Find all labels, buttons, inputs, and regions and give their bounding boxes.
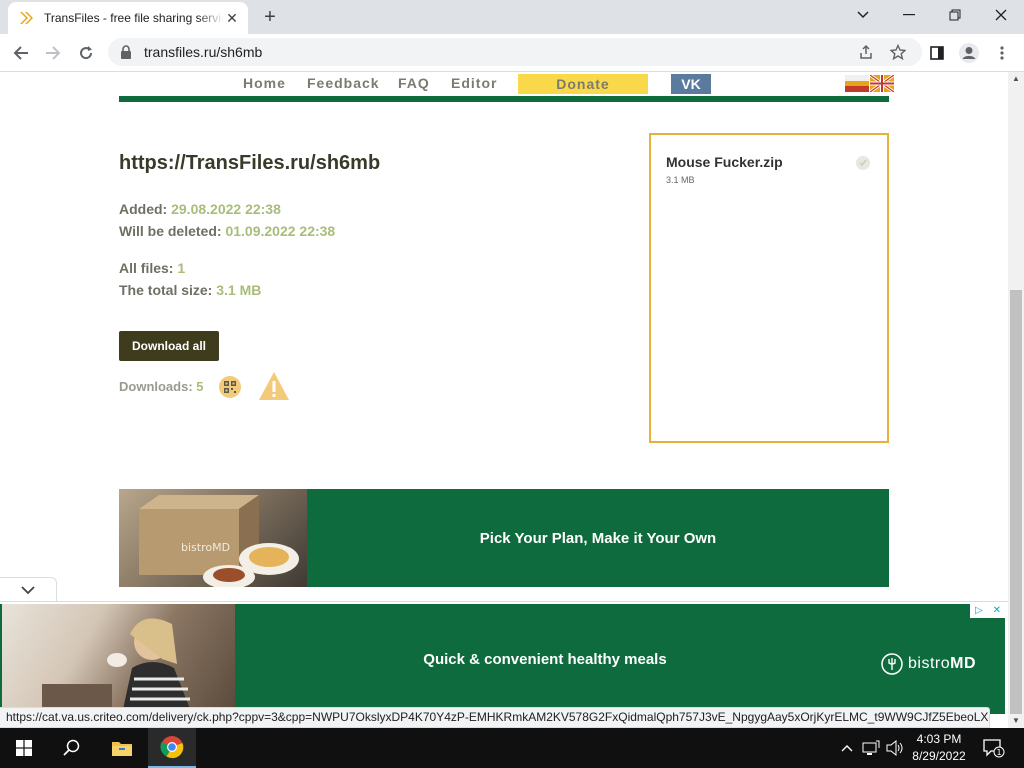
- nav-home-link[interactable]: Home: [243, 75, 286, 91]
- side-panel-icon[interactable]: [924, 40, 950, 66]
- file-size: 3.1 MB: [666, 175, 695, 185]
- bookmark-star-icon[interactable]: [886, 38, 910, 66]
- added-row: Added: 29.08.2022 22:38: [119, 201, 281, 217]
- lock-icon[interactable]: [120, 45, 134, 59]
- search-icon[interactable]: [48, 728, 96, 768]
- windows-start-icon[interactable]: [0, 728, 48, 768]
- flag-uk-icon[interactable]: [869, 73, 895, 94]
- browser-toolbar: transfiles.ru/sh6mb: [0, 34, 1024, 72]
- share-icon[interactable]: [854, 38, 878, 66]
- scrollbar-thumb[interactable]: [1010, 290, 1022, 714]
- browser-tab[interactable]: TransFiles - free file sharing service ✕: [8, 2, 248, 34]
- bistromd-logo-icon: [881, 653, 903, 675]
- tray-overflow-chevron-icon[interactable]: [838, 728, 856, 768]
- windows-taskbar: 4:03 PM 8/29/2022 1: [0, 728, 1024, 768]
- deleted-label: Will be deleted:: [119, 223, 222, 239]
- flag-ru-icon[interactable]: [845, 75, 869, 92]
- site-nav: Home Feedback FAQ Editor Donate VK: [0, 72, 1008, 96]
- deleted-row: Will be deleted: 01.09.2022 22:38: [119, 223, 335, 239]
- nav-feedback-link[interactable]: Feedback: [307, 75, 380, 91]
- file-explorer-icon[interactable]: [98, 728, 146, 768]
- back-icon[interactable]: [8, 40, 34, 66]
- clock-date: 8/29/2022: [912, 749, 966, 763]
- tab-close-icon[interactable]: ✕: [224, 10, 240, 26]
- network-icon[interactable]: [860, 728, 882, 768]
- scroll-down-icon[interactable]: ▼: [1008, 714, 1024, 728]
- address-bar[interactable]: transfiles.ru/sh6mb: [108, 38, 922, 66]
- header-divider: [119, 96, 889, 102]
- action-center-icon[interactable]: 1: [982, 728, 1006, 768]
- notification-count: 1: [996, 748, 1001, 757]
- all-files-row: All files: 1: [119, 260, 185, 276]
- clock-time: 4:03 PM: [916, 732, 962, 746]
- chevron-down-icon: [21, 585, 35, 594]
- file-checkbox-icon[interactable]: [856, 156, 870, 170]
- all-files-value: 1: [177, 260, 186, 276]
- vk-button[interactable]: VK: [671, 74, 711, 94]
- ad-banner-meals[interactable]: Quick & convenient healthy meals bistroM…: [0, 604, 1005, 714]
- collapse-ad-button[interactable]: [0, 577, 57, 601]
- nav-faq-link[interactable]: FAQ: [398, 75, 430, 91]
- added-value: 29.08.2022 22:38: [171, 201, 281, 217]
- file-list-panel: Mouse Fucker.zip 3.1 MB: [649, 133, 889, 443]
- adchoices-badge[interactable]: ▷ ✕: [970, 602, 1006, 618]
- tab-search-icon[interactable]: [840, 0, 886, 30]
- deleted-value: 01.09.2022 22:38: [225, 223, 336, 239]
- tab-title: TransFiles - free file sharing service: [44, 11, 224, 25]
- all-files-label: All files:: [119, 260, 174, 276]
- forward-icon[interactable]: [40, 40, 66, 66]
- taskbar-clock[interactable]: 4:03 PM 8/29/2022: [900, 731, 978, 765]
- ad-brand-name-b: MD: [950, 655, 977, 672]
- ad-banner-plans[interactable]: bistroMD Pick Your Plan, Make it Your Ow…: [119, 489, 889, 587]
- total-size-row: The total size: 3.1 MB: [119, 282, 261, 298]
- downloads-row: Downloads: 5: [119, 379, 204, 394]
- minimize-icon[interactable]: [886, 0, 932, 30]
- adchoices-icon[interactable]: ▷: [975, 605, 983, 616]
- restore-icon[interactable]: [932, 0, 978, 30]
- link-status-bar: https://cat.va.us.criteo.com/delivery/ck…: [0, 707, 990, 728]
- svg-text:bistroMD: bistroMD: [181, 541, 230, 554]
- new-tab-button[interactable]: +: [258, 6, 282, 28]
- ad-brand-name: bistroMD: [908, 655, 976, 673]
- chrome-taskbar-icon[interactable]: [148, 728, 196, 768]
- share-link[interactable]: https://TransFiles.ru/sh6mb: [119, 152, 380, 175]
- close-window-icon[interactable]: [978, 0, 1024, 30]
- ad-brand-name-a: bistro: [908, 655, 951, 672]
- page-scrollbar[interactable]: ▲ ▼: [1008, 72, 1024, 728]
- ad-meal-box-image[interactable]: bistroMD: [119, 489, 307, 587]
- nav-editor-link[interactable]: Editor: [451, 75, 497, 91]
- qr-code-icon[interactable]: [219, 376, 241, 398]
- ad-plans-text[interactable]: Pick Your Plan, Make it Your Own: [307, 489, 889, 587]
- scroll-up-icon[interactable]: ▲: [1008, 72, 1024, 86]
- donate-button[interactable]: Donate: [518, 74, 648, 94]
- downloads-label: Downloads:: [119, 379, 193, 394]
- downloads-value: 5: [196, 379, 204, 394]
- total-size-label: The total size:: [119, 282, 213, 298]
- tab-strip: TransFiles - free file sharing service ✕…: [0, 0, 1024, 34]
- total-size-value: 3.1 MB: [216, 282, 262, 298]
- transfiles-favicon-icon: [18, 10, 34, 26]
- report-warning-icon[interactable]: [258, 371, 290, 401]
- menu-kebab-icon[interactable]: [989, 40, 1015, 66]
- ad-woman-eating-image[interactable]: [2, 604, 235, 714]
- added-label: Added:: [119, 201, 168, 217]
- url-text: transfiles.ru/sh6mb: [144, 44, 263, 60]
- profile-avatar-icon[interactable]: [956, 40, 982, 66]
- ad-brand-logo[interactable]: bistroMD: [880, 652, 976, 676]
- ad-close-icon[interactable]: ✕: [993, 605, 1001, 616]
- ad-meals-text[interactable]: Quick & convenient healthy meals: [235, 604, 855, 714]
- file-name-link[interactable]: Mouse Fucker.zip: [666, 154, 783, 170]
- reload-icon[interactable]: [73, 40, 99, 66]
- download-all-button[interactable]: Download all: [119, 331, 219, 361]
- page-viewport: Home Feedback FAQ Editor Donate VK https…: [0, 72, 1008, 728]
